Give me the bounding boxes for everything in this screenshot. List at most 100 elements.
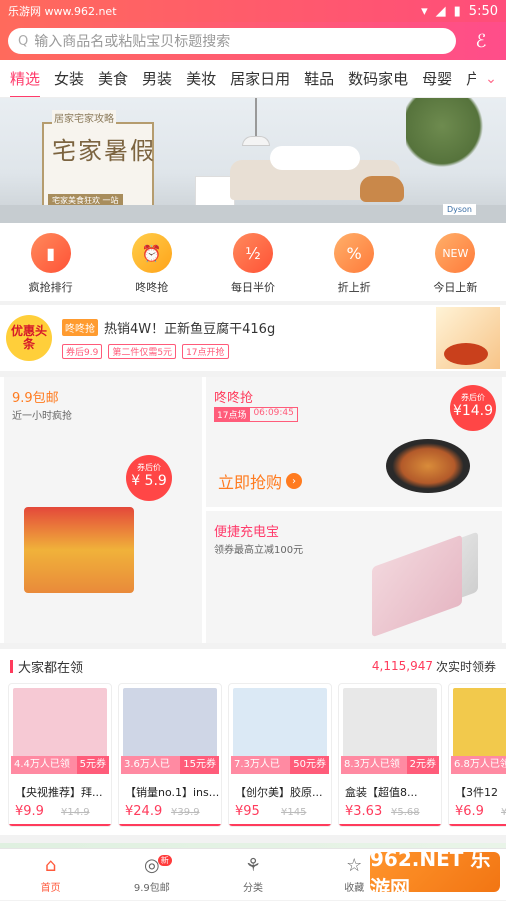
tab-beauty[interactable]: 美妆 xyxy=(186,68,216,89)
coupon-label: 券后价 xyxy=(126,462,172,473)
quick-new[interactable]: NEW 今日上新 xyxy=(415,233,495,301)
grab-label: 立即抢购 xyxy=(218,469,282,493)
product-cards: 4.4万人已领 5元券 【央视推荐】拜... ¥9.9 ¥14.9 3.6万人已… xyxy=(0,683,506,827)
product-image xyxy=(343,688,437,758)
coupon-label: 券后价 xyxy=(450,392,496,403)
original-price: ¥1 xyxy=(501,807,506,818)
quick-flash[interactable]: ⏰ 咚咚抢 xyxy=(112,233,192,301)
product-price: ¥6.9 xyxy=(455,804,484,819)
tab-free-shipping[interactable]: ◎ 新 9.9包邮 xyxy=(101,849,202,900)
product-card[interactable]: 3.6万人已领 15元券 【销量no.1】ins... ¥24.9 ¥39.9 xyxy=(118,683,222,827)
tab-home[interactable]: 居家日用 xyxy=(230,68,290,89)
claimed-count: 6.8万人已领 xyxy=(451,756,506,774)
quick-label: 每日半价 xyxy=(231,279,275,295)
new-icon: NEW xyxy=(435,233,475,273)
tab-shoes[interactable]: 鞋品 xyxy=(304,68,334,89)
headline-logo: 优惠头条 xyxy=(6,315,52,361)
popular-coupons: 大家都在领 4,115,947 次实时领券 4.4万人已领 5元券 【央视推荐】… xyxy=(0,649,506,835)
product-name: 盒装【超值8... xyxy=(345,784,439,800)
product-image xyxy=(123,688,217,758)
alarm-clock-icon: ⏰ xyxy=(132,233,172,273)
banner-dog xyxy=(360,176,404,202)
claimed-count: 8.3万人已领 xyxy=(341,756,407,774)
product-price: ¥9.9 xyxy=(15,804,44,819)
ear-icon[interactable]: ℰ xyxy=(464,26,498,56)
tab-baby[interactable]: 母婴 xyxy=(422,68,452,89)
product-stats: 4.4万人已领 5元券 xyxy=(11,756,109,774)
product-stats: 7.3万人已领 50元券 xyxy=(231,756,329,774)
coupon-value: ¥14.9 xyxy=(450,403,496,419)
product-card[interactable]: 4.4万人已领 5元券 【央视推荐】拜... ¥9.9 ¥14.9 xyxy=(8,683,112,827)
tab-category[interactable]: ⚘ 分类 xyxy=(202,849,303,900)
product-price: ¥95 xyxy=(235,804,260,819)
signal-icon: ◢ xyxy=(436,4,446,19)
quick-discount[interactable]: % 折上折 xyxy=(314,233,394,301)
deal-subtitle: 领券最高立减100元 xyxy=(214,541,303,556)
coupon-badge: 券后价 ¥14.9 xyxy=(450,385,496,431)
popular-suffix: 次实时领券 xyxy=(436,658,496,675)
headline-bar[interactable]: 优惠头条 咚咚抢 热销4W！正新鱼豆腐干416g 券后9.9 第二件仅需5元 1… xyxy=(0,305,506,371)
quick-label: 咚咚抢 xyxy=(135,279,168,295)
tab-home-nav[interactable]: ⌂ 首页 xyxy=(0,849,101,900)
category-icon: ⚘ xyxy=(245,855,261,876)
tab-food[interactable]: 美食 xyxy=(98,68,128,89)
wifi-icon: ▾ xyxy=(421,4,428,19)
quick-half[interactable]: ½ 每日半价 xyxy=(213,233,293,301)
frying-pan-image xyxy=(386,439,470,493)
chevron-down-icon[interactable]: ⌄ xyxy=(476,60,506,97)
section-marker xyxy=(10,660,13,673)
session-label: 17点场 xyxy=(214,407,249,422)
tab-men[interactable]: 男装 xyxy=(142,68,172,89)
product-stats: 3.6万人已领 15元券 xyxy=(121,756,219,774)
coupon-amount: 2元券 xyxy=(407,756,439,774)
new-badge: 新 xyxy=(158,855,172,866)
product-card[interactable]: 8.3万人已领 2元券 盒装【超值8... ¥3.63 ¥5.68 xyxy=(338,683,442,827)
countdown: 17点场 06:09:45 xyxy=(214,407,298,422)
product-name: 【销量no.1】ins... xyxy=(125,784,219,800)
product-price: ¥3.63 xyxy=(345,804,382,819)
claimed-count: 3.6万人已领 xyxy=(121,756,180,774)
deal-title: 9.9包邮 xyxy=(12,387,59,406)
quick-label: 今日上新 xyxy=(433,279,477,295)
arrow-right-icon: › xyxy=(286,473,302,489)
coupon-amount: 50元券 xyxy=(290,756,329,774)
home-icon: ⌂ xyxy=(45,855,56,876)
coupon-value: ¥ 5.9 xyxy=(126,473,172,489)
search-placeholder: 输入商品名或粘贴宝贝标题搜索 xyxy=(34,31,230,51)
headline-tags: 券后9.9 第二件仅需5元 17点开抢 xyxy=(62,344,436,359)
product-card[interactable]: 7.3万人已领 50元券 【创尔美】胶原... ¥95 ¥145 xyxy=(228,683,332,827)
tab-label: 首页 xyxy=(41,879,61,894)
rank-icon: ▮ xyxy=(31,233,71,273)
countdown-timer: 06:09:45 xyxy=(249,407,297,422)
product-card[interactable]: 6.8万人已领 【3件12 ¥6.9 ¥1 xyxy=(448,683,506,827)
headline-tag: 券后9.9 xyxy=(62,344,102,359)
popular-title: 大家都在领 xyxy=(18,657,372,676)
tab-featured[interactable]: 精选 xyxy=(10,68,40,89)
tab-label: 分类 xyxy=(243,879,263,894)
product-image xyxy=(233,688,327,758)
snacks-image xyxy=(24,507,134,593)
coupon-amount: 15元券 xyxy=(180,756,219,774)
banner-brand-tag: Dyson xyxy=(443,204,476,215)
tab-women[interactable]: 女装 xyxy=(54,68,84,89)
product-image xyxy=(453,688,506,758)
quick-rank[interactable]: ▮ 疯抢排行 xyxy=(11,233,91,301)
banner-floor xyxy=(0,205,506,223)
status-right: ▾ ◢ ▮ 5:50 xyxy=(421,4,498,19)
quick-entries: ▮ 疯抢排行 ⏰ 咚咚抢 ½ 每日半价 % 折上折 NEW 今日上新 xyxy=(0,223,506,301)
grab-now-button[interactable]: 立即抢购 › xyxy=(218,469,302,493)
quick-label: 疯抢排行 xyxy=(29,279,73,295)
tab-digital[interactable]: 数码家电 xyxy=(348,68,408,89)
home-banner[interactable]: 居家宅家攻略 宅家暑假 宅家美食狂欢 一站 Dyson xyxy=(0,98,506,223)
headline-content: 咚咚抢 热销4W！正新鱼豆腐干416g 券后9.9 第二件仅需5元 17点开抢 xyxy=(52,318,436,359)
headline-tag: 第二件仅需5元 xyxy=(108,344,176,359)
deal-flash[interactable]: 咚咚抢 17点场 06:09:45 券后价 ¥14.9 立即抢购 › xyxy=(206,377,502,507)
tab-label: 收藏 xyxy=(344,879,364,894)
deal-power-bank[interactable]: 便捷充电宝 领券最高立减100元 xyxy=(206,511,502,643)
coupon-badge: 券后价 ¥ 5.9 xyxy=(126,455,172,501)
search-input[interactable]: Q 输入商品名或粘贴宝贝标题搜索 xyxy=(8,28,456,54)
powerbank-image xyxy=(372,535,462,638)
deal-9-9[interactable]: 9.9包邮 近一小时疯抢 券后价 ¥ 5.9 xyxy=(4,377,202,643)
headline-tag: 17点开抢 xyxy=(182,344,228,359)
headline-row: 咚咚抢 热销4W！正新鱼豆腐干416g xyxy=(62,318,436,337)
